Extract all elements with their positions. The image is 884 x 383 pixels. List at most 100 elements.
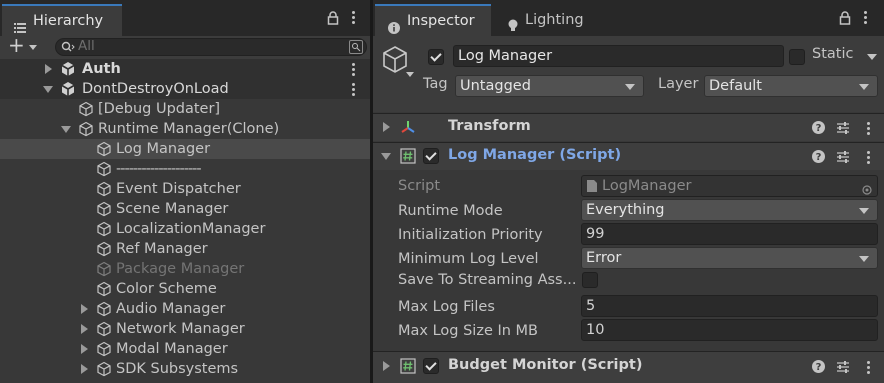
init-priority-field[interactable]: 99 <box>581 223 878 245</box>
fold-right-icon[interactable] <box>81 364 88 374</box>
fold-right-icon[interactable] <box>383 122 390 132</box>
svg-text:?: ? <box>816 123 822 134</box>
static-dropdown-caret-icon[interactable] <box>867 54 877 60</box>
fold-right-icon[interactable] <box>45 64 52 74</box>
fold-down-icon[interactable] <box>381 153 391 160</box>
kebab-menu-icon[interactable] <box>864 11 868 26</box>
help-icon[interactable]: ? <box>812 121 825 138</box>
component-enabled-checkbox[interactable] <box>423 148 439 164</box>
help-icon[interactable]: ? <box>812 360 825 377</box>
search-placeholder: All <box>78 38 95 54</box>
cube-icon <box>96 281 112 297</box>
hierarchy-item-localization-manager[interactable]: LocalizationManager <box>0 219 370 239</box>
tag-value: Untagged <box>460 78 531 94</box>
inspector-panel: Inspector Lighting Log Manager Static Ta… <box>373 0 884 383</box>
runtime-mode-dropdown[interactable]: Everything <box>581 199 878 221</box>
svg-text:?: ? <box>816 152 822 163</box>
layer-dropdown[interactable]: Default <box>704 75 878 97</box>
static-checkbox[interactable] <box>789 49 805 65</box>
hierarchy-item-event-dispatcher[interactable]: Event Dispatcher <box>0 179 370 199</box>
save-streaming-checkbox[interactable] <box>582 272 598 288</box>
cube-icon <box>96 361 112 377</box>
kebab-menu-icon[interactable] <box>867 151 871 166</box>
kebab-menu-icon[interactable] <box>352 11 356 26</box>
log-manager-component-header[interactable]: Log Manager (Script) ? <box>373 142 884 170</box>
max-log-size-label: Max Log Size In MB <box>398 323 539 339</box>
hierarchy-item-separator[interactable]: -------------------- <box>0 159 370 179</box>
hierarchy-item-color-scheme[interactable]: Color Scheme <box>0 279 370 299</box>
object-name-field[interactable]: Log Manager <box>453 45 784 67</box>
transform-component-header[interactable]: Transform ? <box>373 113 884 141</box>
lock-icon[interactable] <box>327 11 339 29</box>
fold-right-icon[interactable] <box>81 344 88 354</box>
preset-icon[interactable] <box>836 121 850 139</box>
kebab-menu-icon[interactable] <box>352 63 356 78</box>
kebab-menu-icon[interactable] <box>867 361 871 376</box>
hierarchy-item-label: -------------------- <box>116 161 202 177</box>
kebab-menu-icon[interactable] <box>352 83 356 98</box>
script-value: LogManager <box>602 178 692 194</box>
runtime-mode-label: Runtime Mode <box>398 203 503 219</box>
hierarchy-item-network-manager[interactable]: Network Manager <box>0 319 370 339</box>
hierarchy-item-label: Ref Manager <box>116 241 208 257</box>
hierarchy-item-scene-manager[interactable]: Scene Manager <box>0 199 370 219</box>
tab-inspector-label: Inspector <box>407 13 475 29</box>
fold-right-icon[interactable] <box>383 361 390 371</box>
hierarchy-item-debug-updater[interactable]: [Debug Updater] <box>0 99 370 119</box>
kebab-menu-icon[interactable] <box>867 122 871 137</box>
transform-title: Transform <box>448 118 531 134</box>
transform-icon <box>400 119 416 139</box>
hierarchy-item-package-manager[interactable]: Package Manager <box>0 259 370 279</box>
min-log-level-dropdown[interactable]: Error <box>581 247 878 269</box>
tag-dropdown[interactable]: Untagged <box>455 75 644 97</box>
log-manager-title: Log Manager (Script) <box>448 147 622 163</box>
fold-down-icon[interactable] <box>43 86 53 93</box>
fold-right-icon[interactable] <box>81 304 88 314</box>
max-log-size-field[interactable]: 10 <box>581 319 878 341</box>
tab-lighting-label: Lighting <box>525 12 584 28</box>
script-field[interactable]: LogManager <box>581 175 878 197</box>
active-checkbox[interactable] <box>428 49 444 65</box>
cube-icon <box>96 301 112 317</box>
hierarchy-item-label: SDK Subsystems <box>116 361 239 377</box>
scene-label: DontDestroyOnLoad <box>82 81 229 97</box>
hierarchy-item-label: LocalizationManager <box>116 221 266 237</box>
preset-icon[interactable] <box>836 150 850 168</box>
cube-icon <box>96 241 112 257</box>
hierarchy-item-runtime-manager[interactable]: Runtime Manager(Clone) <box>0 119 370 139</box>
preset-icon[interactable] <box>836 360 850 378</box>
add-dropdown-caret-icon[interactable] <box>29 45 37 50</box>
hierarchy-item-audio-manager[interactable]: Audio Manager <box>0 299 370 319</box>
min-log-level-label: Minimum Log Level <box>398 251 539 267</box>
hierarchy-item-label: Scene Manager <box>116 201 229 217</box>
max-log-files-field[interactable]: 5 <box>581 295 878 317</box>
scene-row-auth[interactable]: Auth <box>0 59 370 79</box>
init-priority-value: 99 <box>586 226 605 242</box>
tab-inspector[interactable]: Inspector <box>375 4 491 36</box>
lock-icon[interactable] <box>839 11 851 29</box>
scene-row-dontdestroyonload[interactable]: DontDestroyOnLoad <box>0 79 370 99</box>
hierarchy-item-modal-manager[interactable]: Modal Manager <box>0 339 370 359</box>
hierarchy-item-sdk-subsystems[interactable]: SDK Subsystems <box>0 359 370 379</box>
min-log-level-value: Error <box>586 250 622 266</box>
budget-monitor-title: Budget Monitor (Script) <box>448 357 643 373</box>
help-icon[interactable]: ? <box>812 150 825 167</box>
max-log-files-label: Max Log Files <box>398 299 495 315</box>
icon-dropdown-caret-icon[interactable] <box>406 72 414 77</box>
hierarchy-item-ref-manager[interactable]: Ref Manager <box>0 239 370 259</box>
add-button[interactable]: + <box>8 33 25 57</box>
fold-right-icon[interactable] <box>81 324 88 334</box>
tab-hierarchy[interactable]: Hierarchy <box>2 4 122 36</box>
tab-hierarchy-label: Hierarchy <box>33 13 104 29</box>
budget-monitor-component-header[interactable]: Budget Monitor (Script) ? <box>373 351 884 383</box>
tab-lighting[interactable]: Lighting <box>497 4 597 36</box>
object-picker-icon[interactable] <box>862 181 872 201</box>
hierarchy-item-log-manager[interactable]: Log Manager <box>0 139 370 159</box>
fold-down-icon[interactable] <box>61 126 71 133</box>
search-mode-icon[interactable] <box>349 40 363 54</box>
search-input[interactable]: All <box>55 38 367 56</box>
hierarchy-item-label: [Debug Updater] <box>98 101 221 117</box>
component-enabled-checkbox[interactable] <box>423 358 439 374</box>
gameobject-cube-icon[interactable] <box>381 45 409 79</box>
hierarchy-tree: Auth DontDestroyOnLoad [Debug Updater] R… <box>0 59 370 383</box>
